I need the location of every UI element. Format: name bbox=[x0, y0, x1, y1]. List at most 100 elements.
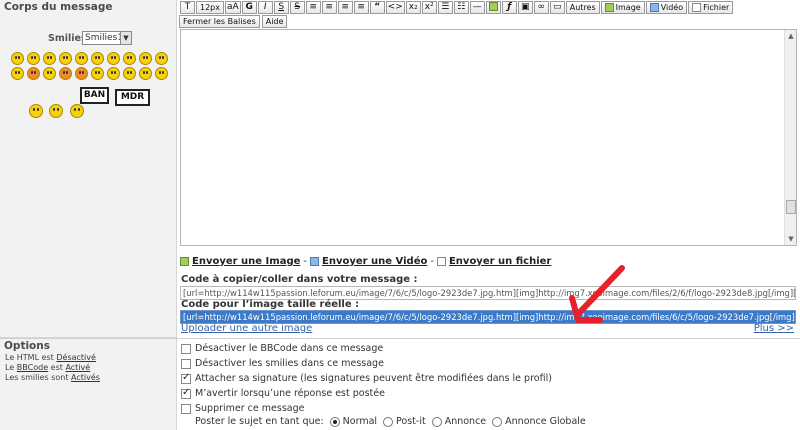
post-type-annonce-globale[interactable]: Annonce Globale bbox=[492, 416, 586, 427]
option-notify-reply[interactable]: M’avertir lorsqu’une réponse est postée bbox=[181, 386, 552, 401]
scroll-thumb[interactable] bbox=[786, 200, 796, 214]
others-button[interactable]: Autres bbox=[565, 0, 600, 14]
post-type-postit[interactable]: Post-it bbox=[383, 416, 426, 427]
smiley-icon[interactable] bbox=[10, 67, 24, 80]
italic-button[interactable]: I bbox=[257, 0, 273, 14]
font-size-button[interactable]: 12px bbox=[196, 0, 224, 14]
message-textarea[interactable]: ▲ ▼ bbox=[180, 29, 797, 246]
option-attach-signature[interactable]: Attacher sa signature (les signatures pe… bbox=[181, 371, 552, 386]
smiley-icon[interactable] bbox=[26, 52, 40, 65]
align-right-icon[interactable]: ≡ bbox=[337, 0, 353, 14]
exclamation-icon[interactable] bbox=[106, 67, 120, 80]
option-disable-smilies[interactable]: Désactiver les smilies dans ce message bbox=[181, 356, 552, 371]
list-icon[interactable]: ☰ bbox=[437, 0, 453, 14]
option-disable-bbcode[interactable]: Désactiver le BBCode dans ce message bbox=[181, 341, 552, 356]
video-icon[interactable]: ▣ bbox=[517, 0, 533, 14]
font-face-icon[interactable]: aA bbox=[225, 0, 241, 14]
smiley-icon[interactable] bbox=[58, 52, 72, 65]
radio-selected[interactable] bbox=[329, 416, 340, 427]
align-center-icon[interactable]: ≡ bbox=[321, 0, 337, 14]
scroll-up-icon[interactable]: ▲ bbox=[786, 31, 796, 41]
smiley-icon[interactable] bbox=[42, 67, 56, 80]
smilies-status: Activés bbox=[71, 373, 100, 382]
options-panel: Options Le HTML est Désactivé Le BBCode … bbox=[0, 339, 177, 430]
editor-scrollbar[interactable]: ▲ ▼ bbox=[784, 30, 796, 245]
thumbs-up-smiley-icon[interactable] bbox=[69, 104, 84, 118]
smiley-icon[interactable] bbox=[10, 52, 24, 65]
ban-sign-smiley[interactable]: BAN bbox=[80, 87, 109, 104]
subscript-button[interactable]: x₂ bbox=[405, 0, 421, 14]
upload-links: Envoyer une Image - Envoyer une Vidéo - … bbox=[180, 256, 551, 267]
html-status-line: Le HTML est Désactivé bbox=[5, 353, 96, 362]
checkbox-checked[interactable] bbox=[181, 372, 191, 384]
ordered-list-icon[interactable]: ☷ bbox=[453, 0, 469, 14]
link-icon[interactable]: ∞ bbox=[533, 0, 549, 14]
font-color-icon[interactable]: T bbox=[180, 0, 195, 14]
radio[interactable] bbox=[492, 416, 503, 427]
image-button[interactable]: Image bbox=[600, 0, 645, 14]
scroll-down-icon[interactable]: ▼ bbox=[786, 234, 796, 244]
smiley-icon[interactable] bbox=[138, 52, 152, 65]
bbcode-toolbar-secondary: Fermer les Balises Aide bbox=[179, 15, 288, 28]
file-button[interactable]: Fichier bbox=[688, 0, 734, 14]
smiley-icon[interactable] bbox=[154, 52, 168, 65]
mdr-sign-smiley[interactable]: MDR bbox=[115, 89, 150, 106]
strike-button[interactable]: S bbox=[289, 0, 305, 14]
smiley-icon[interactable] bbox=[42, 52, 56, 65]
code-button[interactable]: <> bbox=[385, 0, 405, 14]
superscript-button[interactable]: x² bbox=[421, 0, 437, 14]
close-tags-button[interactable]: Fermer les Balises bbox=[179, 15, 260, 28]
chevron-down-icon: ▼ bbox=[120, 32, 131, 44]
full-size-code-field[interactable]: [url=http://w114w115passion.leforum.eu/i… bbox=[180, 310, 796, 324]
devil-smiley-icon[interactable] bbox=[58, 67, 72, 80]
post-type-normal[interactable]: Normal bbox=[329, 416, 377, 427]
window-icon[interactable]: ▭ bbox=[549, 0, 565, 14]
help-button[interactable]: Aide bbox=[261, 15, 288, 28]
option-delete-message[interactable]: Supprimer ce message bbox=[181, 401, 552, 416]
arrow-icon[interactable] bbox=[154, 67, 168, 80]
flash-icon[interactable]: ƒ bbox=[501, 0, 517, 14]
smilies-select[interactable]: Smilies1 ▼ bbox=[82, 31, 132, 45]
image-insert-icon[interactable] bbox=[485, 0, 501, 14]
copy-code-label: Code à copier/coller dans votre message … bbox=[181, 274, 418, 285]
smiley-icon[interactable] bbox=[28, 104, 43, 118]
bbcode-link[interactable]: BBCode bbox=[17, 363, 48, 372]
smiley-icon[interactable] bbox=[122, 52, 136, 65]
idea-icon[interactable] bbox=[138, 67, 152, 80]
upload-another-image-link[interactable]: Uploader une autre image bbox=[181, 323, 312, 334]
checkbox[interactable] bbox=[181, 403, 191, 414]
underline-button[interactable]: S bbox=[273, 0, 289, 14]
align-left-icon[interactable]: ≡ bbox=[305, 0, 321, 14]
send-file-link[interactable]: Envoyer un fichier bbox=[449, 256, 551, 267]
checkbox[interactable] bbox=[181, 358, 191, 369]
bold-button[interactable]: G bbox=[241, 0, 257, 14]
post-type-annonce[interactable]: Annonce bbox=[431, 416, 486, 427]
bbcode-toolbar: T 12px aA G I S S ≡ ≡ ≡ ≡ “ <> x₂ x² ☰ ☷… bbox=[180, 0, 734, 14]
question-icon[interactable] bbox=[122, 67, 136, 80]
horizontal-rule-icon[interactable]: — bbox=[469, 0, 485, 14]
align-justify-icon[interactable]: ≡ bbox=[353, 0, 369, 14]
video-button[interactable]: Vidéo bbox=[645, 0, 688, 14]
image-icon bbox=[604, 2, 614, 12]
radio[interactable] bbox=[383, 416, 394, 427]
smiley-icon[interactable] bbox=[74, 52, 88, 65]
smiley-icon[interactable] bbox=[106, 52, 120, 65]
quote-button[interactable]: “ bbox=[369, 0, 385, 14]
video-file-icon bbox=[649, 2, 659, 12]
smiley-icon[interactable] bbox=[90, 52, 104, 65]
copy-code-field[interactable]: [url=http://w114w115passion.leforum.eu/i… bbox=[180, 286, 796, 300]
angry-smiley-icon[interactable] bbox=[26, 67, 40, 80]
checkbox-checked[interactable] bbox=[181, 387, 191, 399]
red-arrow-annotation bbox=[569, 265, 625, 323]
send-image-link[interactable]: Envoyer une Image bbox=[192, 256, 300, 267]
smiley-icon[interactable] bbox=[49, 104, 64, 118]
html-status: Désactivé bbox=[56, 353, 96, 362]
smiley-icon[interactable] bbox=[90, 67, 104, 80]
post-as-label: Poster le sujet en tant que: bbox=[195, 416, 324, 427]
more-link[interactable]: Plus >> bbox=[754, 323, 794, 334]
radio[interactable] bbox=[431, 416, 442, 427]
smilies-status-line: Les smilies sont Activés bbox=[5, 373, 100, 382]
devil-smiley-icon[interactable] bbox=[74, 67, 88, 80]
send-video-link[interactable]: Envoyer une Vidéo bbox=[322, 256, 427, 267]
checkbox[interactable] bbox=[181, 343, 191, 354]
